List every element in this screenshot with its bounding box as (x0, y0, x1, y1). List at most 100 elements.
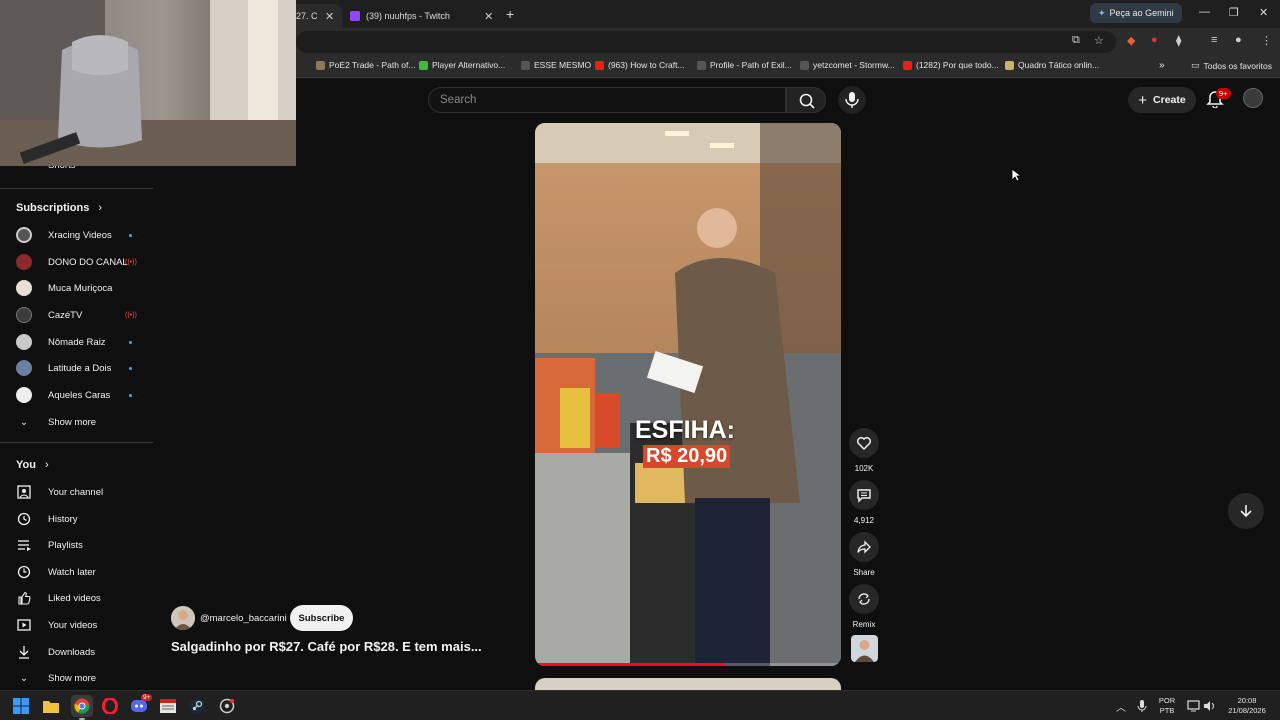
gemini-button[interactable]: ✦ Peça ao Gemini (1090, 3, 1182, 23)
live-indicator-icon: ((•)) (125, 311, 137, 319)
liked-videos-icon (16, 590, 32, 606)
like-button[interactable] (849, 428, 879, 458)
share-button[interactable] (849, 532, 879, 562)
settings-app-icon[interactable] (218, 697, 236, 715)
sidebar-item-subscription[interactable]: Nômade Raiz (0, 329, 153, 355)
history-icon (16, 511, 32, 527)
close-window-icon[interactable]: ✕ (1259, 6, 1268, 19)
sidebar-item-subscription[interactable]: CazéTV ((•)) (0, 302, 153, 328)
sidebar-item-label: Your channel (48, 486, 104, 498)
channel-avatar-icon (16, 307, 32, 323)
install-app-icon[interactable]: ⧉ (1072, 34, 1080, 47)
tray-overflow-chevron-icon[interactable]: ︿ (1112, 697, 1130, 715)
media-control-icon[interactable]: ≡ (1211, 34, 1217, 46)
progress-track[interactable] (535, 663, 841, 666)
language-code: POR (1158, 696, 1176, 705)
overlay-price-text: R$ 20,90 (643, 445, 731, 468)
windows-start-icon[interactable] (12, 697, 30, 715)
tab-twitch[interactable]: (39) nuuhfps - Twitch ✕ (344, 4, 500, 28)
sidebar-item-subscription[interactable]: Muca Muriçoca (0, 275, 153, 301)
heart-icon (856, 436, 872, 451)
audio-source-thumbnail[interactable] (851, 635, 878, 662)
bookmark-item[interactable]: Player Alternativo... (419, 60, 505, 70)
minimize-icon[interactable]: — (1199, 6, 1210, 18)
bookmark-label: ESSE MESMO (534, 60, 592, 70)
you-heading[interactable]: You › (16, 459, 49, 471)
clock-date: 21/08/2026 (1228, 706, 1266, 715)
steam-icon[interactable] (188, 697, 206, 715)
new-content-dot (129, 340, 132, 344)
news-app-icon[interactable] (159, 697, 177, 715)
create-button[interactable]: + Create (1128, 87, 1196, 113)
subscribe-button[interactable]: Subscribe (290, 605, 353, 631)
sidebar-item-show-more-subscriptions[interactable]: ⌄ Show more (0, 409, 153, 435)
opera-icon[interactable] (101, 697, 119, 715)
next-short-button[interactable] (1228, 493, 1264, 529)
restore-icon[interactable]: ❐ (1229, 6, 1239, 19)
remix-button[interactable] (849, 584, 879, 614)
browser-menu-icon[interactable]: ⋮ (1261, 34, 1272, 47)
bookmark-item[interactable]: yetzcomet - Stormw... (800, 60, 895, 70)
sidebar-item-history[interactable]: History (0, 506, 153, 532)
clock[interactable]: 20:08 21/08/2026 (1224, 696, 1270, 716)
sidebar-item-label: Liked videos (48, 592, 101, 604)
webcam-overlay (0, 0, 296, 166)
channel-handle[interactable]: @marcelo_baccarini (200, 613, 287, 624)
bookmarks-overflow-button[interactable]: » (1159, 60, 1165, 71)
tab-youtube[interactable]: 27. C ✕ (290, 4, 342, 28)
new-content-dot (129, 366, 132, 370)
player-favicon-icon (419, 60, 428, 70)
close-icon[interactable]: ✕ (325, 10, 334, 23)
sidebar-item-playlists[interactable]: Playlists (0, 532, 153, 558)
channel-avatar[interactable] (171, 606, 195, 630)
account-avatar[interactable] (1243, 88, 1263, 108)
new-tab-button[interactable]: + (506, 6, 514, 22)
short-title[interactable]: Salgadinho por R$27. Café por R$28. E te… (171, 639, 482, 654)
short-video-player[interactable]: ESFIHA: R$ 20,90 (535, 123, 841, 666)
subscriptions-heading[interactable]: Subscriptions › (16, 202, 102, 214)
microphone-tray-icon[interactable] (1133, 697, 1151, 715)
extension-red-icon[interactable]: ● (1151, 34, 1158, 46)
bookmark-star-icon[interactable]: ☆ (1094, 34, 1104, 47)
search-input[interactable]: Search (428, 87, 786, 113)
sidebar-item-label: Show more (48, 416, 97, 428)
sidebar-item-subscription[interactable]: Xracing Videos (0, 222, 153, 248)
chrome-taskbar-icon[interactable] (71, 695, 93, 717)
file-explorer-icon[interactable] (42, 697, 60, 715)
extensions-puzzle-icon[interactable]: ⧫ (1176, 34, 1181, 47)
sidebar-item-label: Muca Muriçoca (48, 282, 113, 294)
bookmark-item[interactable]: Quadro Tático onlin... (1005, 60, 1099, 70)
next-short-preview[interactable] (535, 678, 841, 690)
bookmark-favicon-icon (1005, 60, 1014, 70)
bookmark-item[interactable]: (963) How to Craft... (595, 60, 685, 70)
sidebar-item-downloads[interactable]: Downloads (0, 639, 153, 665)
sidebar-item-liked-videos[interactable]: Liked videos (0, 585, 153, 611)
address-bar[interactable] (296, 31, 1116, 53)
bookmark-item[interactable]: Profile - Path of Exil... (697, 60, 792, 70)
sidebar-item-subscription[interactable]: DONO DO CANAL ((•)) (0, 249, 153, 275)
voice-search-button[interactable] (838, 86, 866, 114)
new-content-dot (129, 233, 132, 237)
bookmark-item[interactable]: ESSE MESMO (521, 60, 591, 70)
close-icon[interactable]: ✕ (484, 10, 493, 23)
all-bookmarks-item[interactable]: ▭ Todos os favoritos (1191, 60, 1272, 71)
sidebar-item-watch-later[interactable]: Watch later (0, 559, 153, 585)
bookmark-item[interactable]: (1282) Por que todo... (903, 60, 999, 70)
sidebar-item-show-more-you[interactable]: ⌄ Show more (0, 665, 153, 691)
volume-icon[interactable] (1201, 697, 1219, 715)
bookmark-label: Profile - Path of Exil... (710, 60, 792, 70)
sidebar-item-your-videos[interactable]: Your videos (0, 612, 153, 638)
profile-icon[interactable]: ● (1235, 34, 1242, 46)
comments-button[interactable] (849, 480, 879, 510)
sidebar-item-subscription[interactable]: Aqueles Caras (0, 382, 153, 408)
like-action: 102K (849, 428, 879, 473)
search-button[interactable] (786, 87, 826, 113)
remix-action: Remix (849, 584, 879, 629)
channel-avatar-icon (16, 280, 32, 296)
extension-fox-icon[interactable]: ◆ (1127, 34, 1135, 47)
bookmark-item[interactable]: PoE2 Trade - Path of... (316, 60, 415, 70)
bookmark-favicon-icon (697, 60, 706, 70)
sidebar-item-your-channel[interactable]: Your channel (0, 479, 153, 505)
input-language-indicator[interactable]: POR PTB (1155, 696, 1179, 716)
sidebar-item-subscription[interactable]: Latitude a Dois (0, 355, 153, 381)
